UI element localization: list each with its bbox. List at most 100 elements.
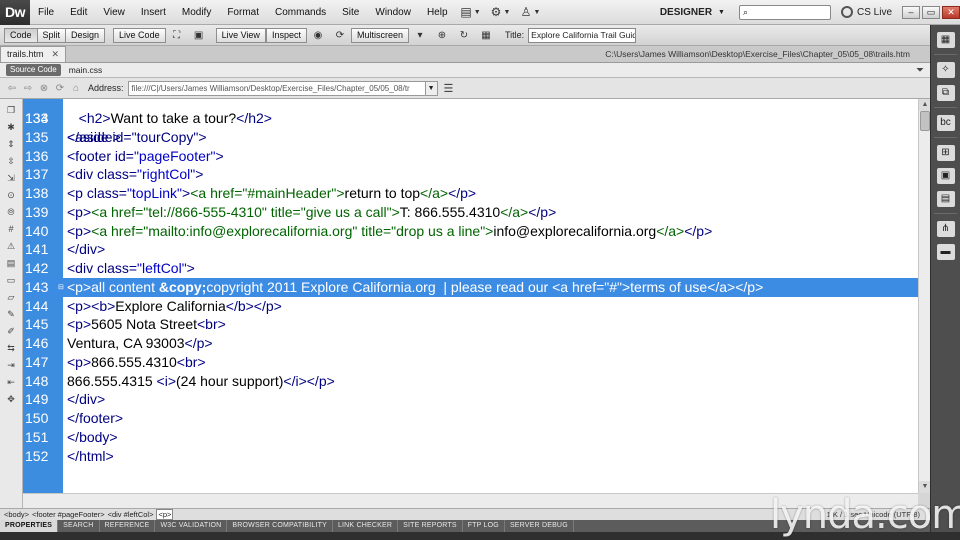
panel-tab-site-reports[interactable]: SITE REPORTS — [398, 520, 463, 532]
home-icon[interactable]: ⌂ — [68, 83, 84, 94]
code-line[interactable]: 150 </footer> — [23, 409, 918, 428]
preview-icon[interactable]: ◉ — [309, 28, 327, 43]
collapse-selection-icon[interactable]: ⇳ — [4, 155, 18, 167]
collapse-tag-icon[interactable]: ⇕ — [4, 138, 18, 150]
view-options-icon[interactable]: ☰ — [444, 82, 454, 95]
code-line[interactable]: 141 </div> — [23, 240, 918, 259]
panel-tab-w3c-validation[interactable]: W3C VALIDATION — [155, 520, 228, 532]
close-icon[interactable]: ✕ — [52, 47, 60, 62]
code-line[interactable]: 135 </aside> — [23, 128, 918, 147]
code-line[interactable]: 145 <p>5605 Nota Street<br> — [23, 315, 918, 334]
code-view[interactable]: 133 <aside id="tourCopy"> 134 <h2>Want t… — [23, 99, 918, 493]
browser-check-icon[interactable]: ⛶ — [168, 28, 186, 43]
menu-format[interactable]: Format — [219, 0, 267, 25]
validate-icon[interactable]: ▣ — [190, 28, 208, 43]
chevron-down-icon[interactable]: ▾ — [411, 28, 429, 43]
remove-comment-icon[interactable]: ▱ — [4, 291, 18, 303]
apply-comment-icon[interactable]: ▭ — [4, 274, 18, 286]
related-file-main-css[interactable]: main.css — [69, 65, 103, 75]
format-source-icon[interactable]: ✥ — [4, 393, 18, 405]
code-line[interactable]: 151 </body> — [23, 428, 918, 447]
show-code-navigator-icon[interactable]: ✱ — [4, 121, 18, 133]
select-parent-tag-icon[interactable]: ⊙ — [4, 189, 18, 201]
code-line[interactable]: 140 <p><a href="mailto:info@explorecalifo… — [23, 222, 918, 241]
code-line[interactable]: 136 <footer id="pageFooter"> — [23, 147, 918, 166]
indent-code-icon[interactable]: ⇥ — [4, 359, 18, 371]
code-line[interactable]: 146 Ventura, CA 93003</p> — [23, 334, 918, 353]
tab-trails[interactable]: trails.htm ✕ — [0, 46, 67, 62]
code-line[interactable]: 143 ⊟ <p>all content &copy;copyright 2011 … — [23, 277, 918, 297]
tag-selector-body[interactable]: <body> — [4, 510, 29, 519]
cs-live-button[interactable]: CS Live — [840, 6, 892, 18]
split-view-button[interactable]: Split — [37, 27, 67, 43]
menu-window[interactable]: Window — [367, 0, 419, 25]
stop-icon[interactable]: ⊗ — [36, 83, 52, 94]
outdent-code-icon[interactable]: ⇤ — [4, 376, 18, 388]
line-numbers-icon[interactable]: # — [4, 223, 18, 235]
filter-icon[interactable]: ⏷ — [916, 65, 924, 76]
recent-snippets-icon[interactable]: ✐ — [4, 325, 18, 337]
code-line[interactable]: 147 <p>866.555.4310<br> — [23, 353, 918, 372]
code-line[interactable]: 134 <h2>Want to take a tour?</h2> — [23, 109, 918, 128]
panel-tab-browser-compatibility[interactable]: BROWSER COMPATIBILITY — [227, 520, 333, 532]
code-line-partial[interactable]: 133 <aside id="tourCopy"> — [23, 99, 918, 145]
design-view-button[interactable]: Design — [66, 27, 106, 43]
multiscreen-button[interactable]: Multiscreen — [350, 27, 409, 43]
back-icon[interactable]: ⇦ — [4, 83, 20, 94]
code-line[interactable]: 138 <p class="topLink"><a href="#mainHead… — [23, 184, 918, 203]
globe-icon[interactable]: ⊕ — [433, 28, 451, 43]
refresh-design-icon[interactable]: ↻ — [455, 28, 473, 43]
move-css-icon[interactable]: ⇆ — [4, 342, 18, 354]
menu-view[interactable]: View — [95, 0, 133, 25]
assets-icon[interactable]: ▣ — [936, 168, 955, 184]
panel-tab-search[interactable]: SEARCH — [58, 520, 100, 532]
panel-tab-server-debug[interactable]: SERVER DEBUG — [505, 520, 574, 532]
ap-elements-icon[interactable]: ⧉ — [936, 85, 955, 101]
business-catalyst-icon[interactable]: bc — [936, 115, 955, 131]
menu-insert[interactable]: Insert — [133, 0, 174, 25]
panel-tab-properties[interactable]: PROPERTIES — [0, 520, 59, 532]
css-styles-icon[interactable]: ✧ — [936, 62, 955, 78]
menu-help[interactable]: Help — [419, 0, 456, 25]
code-line[interactable]: 137 <div class="rightCol"> — [23, 165, 918, 184]
panel-tab-ftp-log[interactable]: FTP LOG — [463, 520, 505, 532]
live-code-button[interactable]: Live Code — [113, 27, 166, 43]
code-line[interactable]: 144 <p><b>Explore California</b></p> — [23, 297, 918, 316]
menu-site[interactable]: Site — [334, 0, 367, 25]
layout-icon[interactable]: ▤ ▼ — [459, 3, 483, 21]
files-icon[interactable]: ⊞ — [936, 145, 955, 161]
code-line[interactable]: 139 <p><a href="tel://866-555-4310" title… — [23, 203, 918, 222]
open-documents-icon[interactable]: ❐ — [4, 104, 18, 116]
forward-icon[interactable]: ⇨ — [20, 83, 36, 94]
minimize-button[interactable]: – — [902, 5, 920, 19]
refresh-icon[interactable]: ⟳ — [52, 83, 68, 94]
code-view-button[interactable]: Code — [4, 27, 38, 43]
extend-icon[interactable]: ⚙ ▼ — [489, 3, 513, 21]
tag-selector-p[interactable]: <p> — [156, 509, 174, 520]
briefcase-icon[interactable]: ▬ — [936, 244, 955, 260]
tag-selector-footer[interactable]: <footer #pageFooter> — [32, 510, 105, 519]
menu-commands[interactable]: Commands — [267, 0, 334, 25]
scroll-thumb[interactable] — [920, 111, 930, 131]
code-line[interactable]: 152 </html> — [23, 447, 918, 466]
address-input[interactable]: file:///C|/Users/James Williamson/Deskto… — [127, 80, 426, 96]
page-title-input[interactable]: Explore California Trail Guide — [528, 27, 637, 43]
vertical-scrollbar[interactable]: ▲ ▼ — [918, 99, 931, 493]
code-line[interactable]: 149 </div> — [23, 390, 918, 409]
collapse-icon[interactable]: ⊟ — [58, 283, 65, 292]
highlight-invalid-code-icon[interactable]: ⚠ — [4, 240, 18, 252]
maximize-button[interactable]: ▭ — [922, 5, 940, 19]
site-map-icon[interactable]: ⋔ — [936, 221, 955, 237]
code-line[interactable]: 148 866.555.4315 <i>(24 hour support)</i>… — [23, 372, 918, 391]
chevron-down-icon[interactable]: ▼ — [425, 80, 438, 96]
wrap-tag-icon[interactable]: ✎ — [4, 308, 18, 320]
insert-panel-icon[interactable]: ▦ — [936, 32, 955, 48]
source-code-button[interactable]: Source Code — [6, 64, 61, 76]
panel-tab-link-checker[interactable]: LINK CHECKER — [333, 520, 399, 532]
snippets-icon[interactable]: ▤ — [936, 191, 955, 207]
syntax-error-alerts-icon[interactable]: ▤ — [4, 257, 18, 269]
menu-modify[interactable]: Modify — [174, 0, 219, 25]
close-button[interactable]: ✕ — [942, 5, 960, 19]
site-icon[interactable]: ♙ ▼ — [519, 3, 543, 21]
expand-all-icon[interactable]: ⇲ — [4, 172, 18, 184]
